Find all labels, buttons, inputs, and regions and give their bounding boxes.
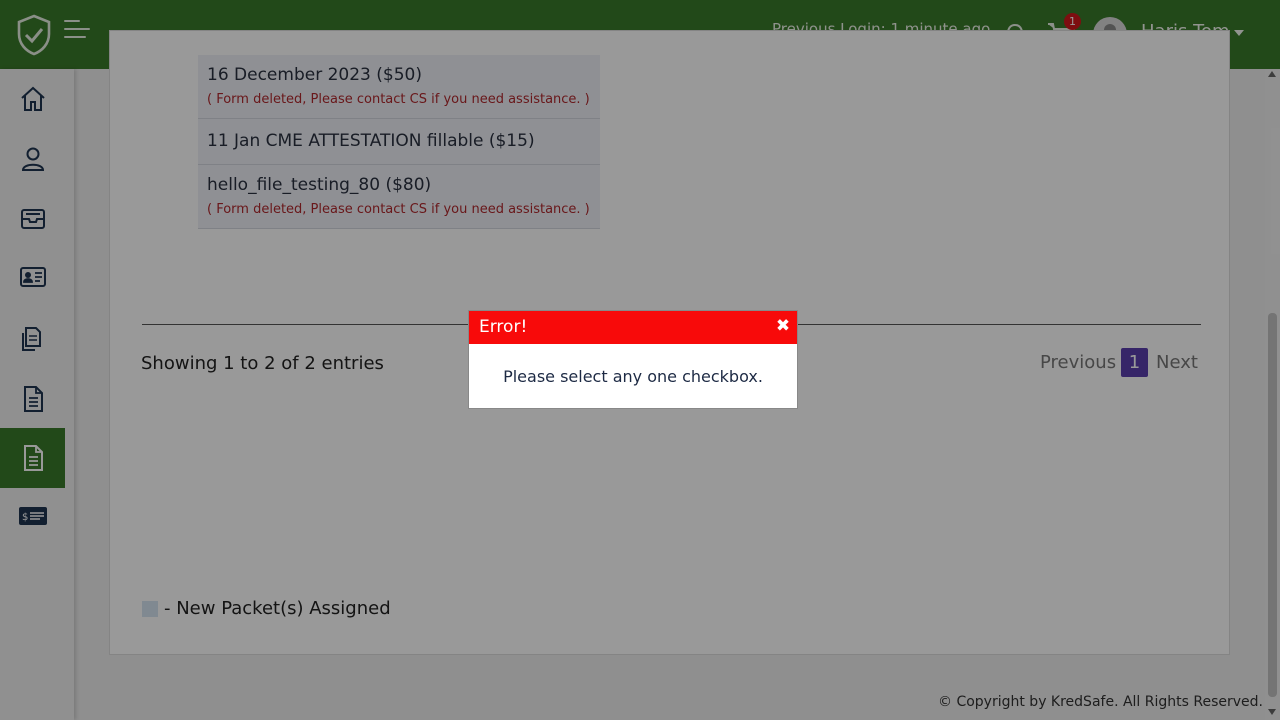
error-dialog-message: Please select any one checkbox.	[503, 367, 763, 386]
error-dialog-title: Error!	[479, 317, 528, 337]
error-dialog-header: Error! ✖	[469, 311, 797, 344]
error-dialog: Error! ✖ Please select any one checkbox.	[468, 310, 798, 409]
close-icon[interactable]: ✖	[775, 317, 791, 335]
